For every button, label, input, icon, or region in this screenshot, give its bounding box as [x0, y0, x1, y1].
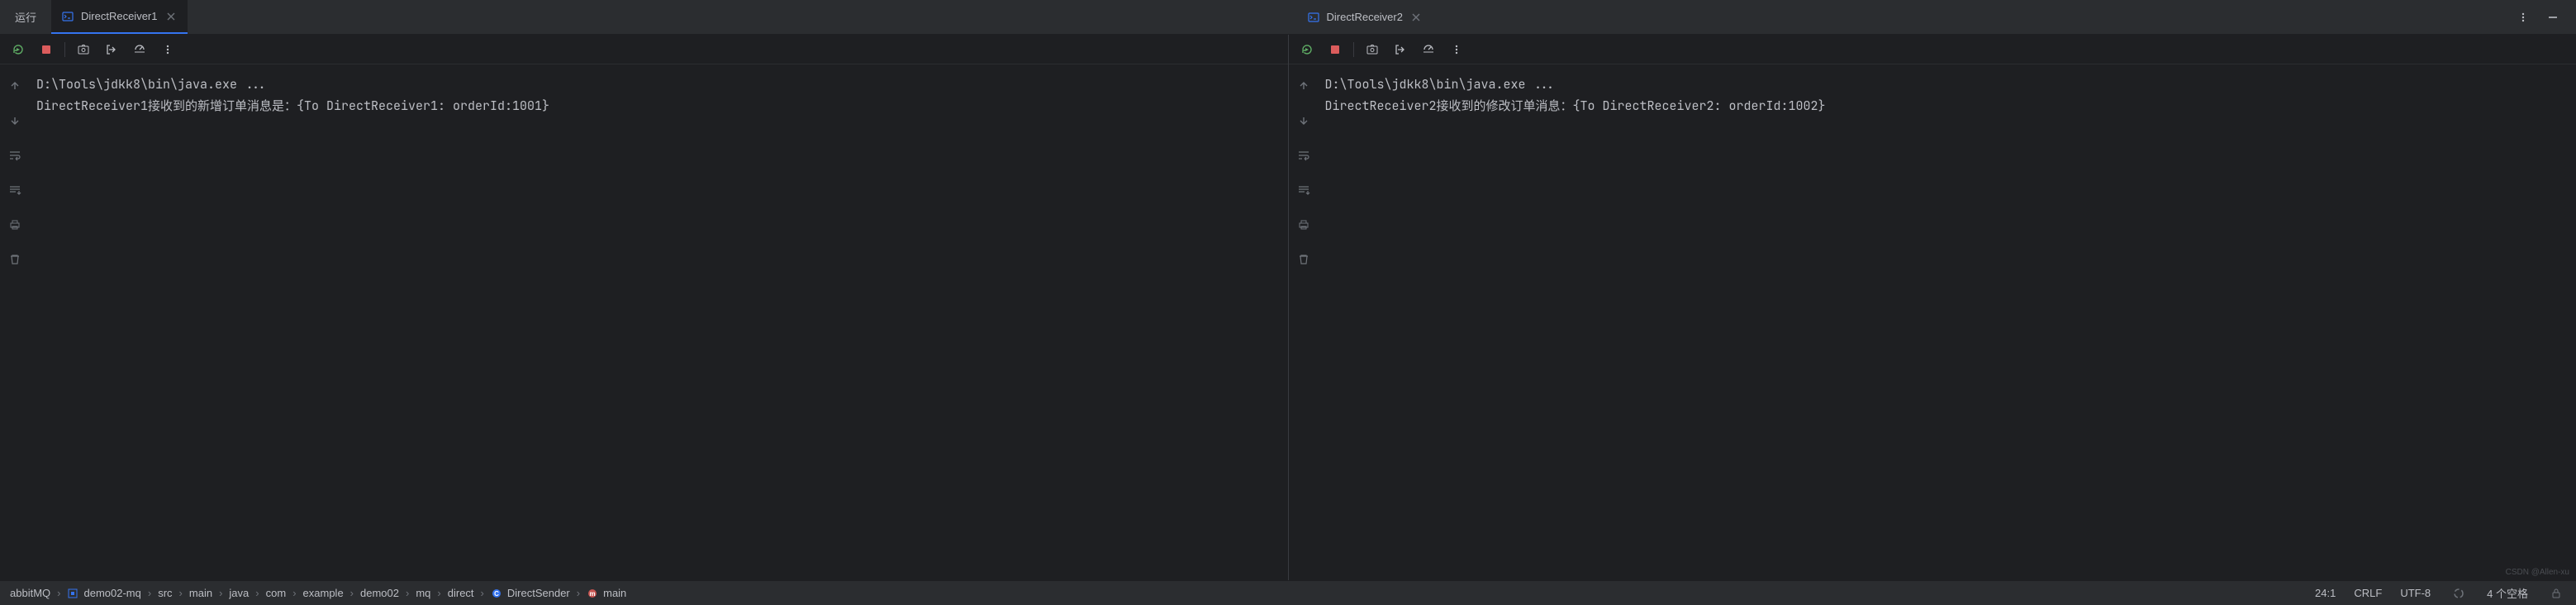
chevron-right-icon: ›	[292, 587, 296, 599]
output-line: DirectReceiver2接收到的修改订单消息：{To DirectRece…	[1325, 98, 1826, 114]
chevron-right-icon: ›	[577, 587, 580, 599]
console-body-1: D:\Tools\jdkk8\bin\java.exe ... DirectRe…	[0, 64, 1288, 580]
tab-directreceiver2[interactable]: DirectReceiver2	[1297, 0, 1433, 34]
status-right: 24:1 CRLF UTF-8 4 个空格	[2315, 584, 2566, 603]
watermark: CSDN @Allen-xu	[2506, 568, 2569, 577]
class-icon: C	[491, 588, 502, 599]
chevron-right-icon: ›	[406, 587, 409, 599]
close-icon[interactable]	[1409, 11, 1423, 24]
console-toolbar-2	[1289, 35, 2576, 64]
indent-setting[interactable]: 4 个空格	[2487, 585, 2528, 601]
output-line: DirectReceiver1接收到的新增订单消息是：{To DirectRec…	[36, 98, 549, 114]
print-icon[interactable]	[3, 213, 26, 236]
pane-header-actions	[2513, 7, 2576, 27]
rerun-icon[interactable]	[8, 40, 28, 60]
stop-icon[interactable]	[36, 40, 56, 60]
console-icon	[1307, 11, 1320, 24]
divider	[64, 42, 65, 57]
more-vert-icon[interactable]	[2513, 7, 2533, 27]
breadcrumb-item[interactable]: java	[229, 587, 249, 599]
chevron-right-icon: ›	[219, 587, 222, 599]
chevron-right-icon: ›	[437, 587, 440, 599]
camera-icon[interactable]	[1362, 40, 1382, 60]
status-bar: abbitMQ › demo02-mq › src › main › java …	[0, 580, 2576, 605]
breadcrumb-label: main	[603, 587, 626, 599]
tab-directreceiver1[interactable]: DirectReceiver1	[51, 0, 187, 34]
trash-icon[interactable]	[1292, 248, 1315, 271]
profile-icon[interactable]	[1419, 40, 1438, 60]
method-icon: m	[587, 588, 598, 599]
console-body-2: D:\Tools\jdkk8\bin\java.exe ... DirectRe…	[1289, 64, 2576, 580]
more-vert-icon[interactable]	[1447, 40, 1466, 60]
minimize-icon[interactable]	[2543, 7, 2563, 27]
arrow-up-icon[interactable]	[3, 74, 26, 98]
tabs-right: DirectReceiver2	[1289, 0, 2576, 35]
breadcrumb-item[interactable]: direct	[448, 587, 474, 599]
chevron-right-icon: ›	[481, 587, 484, 599]
breadcrumb-root[interactable]: abbitMQ	[10, 587, 50, 599]
arrow-down-icon[interactable]	[1292, 109, 1315, 132]
camera-icon[interactable]	[74, 40, 93, 60]
profile-icon[interactable]	[130, 40, 150, 60]
loading-spinner-icon	[2449, 584, 2469, 603]
chevron-right-icon: ›	[179, 587, 183, 599]
breadcrumb-item-class[interactable]: C DirectSender	[491, 587, 570, 599]
file-encoding[interactable]: UTF-8	[2400, 587, 2431, 599]
breadcrumb-item[interactable]: src	[158, 587, 172, 599]
console-gutter-2	[1289, 64, 1319, 580]
exit-icon[interactable]	[1390, 40, 1410, 60]
console-output-2[interactable]: D:\Tools\jdkk8\bin\java.exe ... DirectRe…	[1319, 64, 2576, 580]
rerun-icon[interactable]	[1297, 40, 1317, 60]
output-line: D:\Tools\jdkk8\bin\java.exe ...	[36, 76, 267, 93]
tabs-left: DirectReceiver1	[51, 0, 187, 34]
scroll-to-end-icon[interactable]	[1292, 179, 1315, 202]
more-vert-icon[interactable]	[158, 40, 178, 60]
chevron-right-icon: ›	[255, 587, 259, 599]
scroll-to-end-icon[interactable]	[3, 179, 26, 202]
breadcrumb-label: demo02-mq	[83, 587, 140, 599]
close-icon[interactable]	[164, 10, 178, 23]
divider	[1353, 42, 1354, 57]
breadcrumb-item[interactable]: com	[266, 587, 287, 599]
exit-icon[interactable]	[102, 40, 121, 60]
console-toolbar-1	[0, 35, 1288, 64]
console-output-1[interactable]: D:\Tools\jdkk8\bin\java.exe ... DirectRe…	[30, 64, 1288, 580]
arrow-down-icon[interactable]	[3, 109, 26, 132]
console-gutter-1	[0, 64, 30, 580]
run-tool-label: 运行	[0, 0, 51, 34]
console-pane-2: DirectReceiver2	[1289, 35, 2576, 580]
print-icon[interactable]	[1292, 213, 1315, 236]
output-line: D:\Tools\jdkk8\bin\java.exe ...	[1325, 76, 1556, 93]
stop-icon[interactable]	[1325, 40, 1345, 60]
console-split: D:\Tools\jdkk8\bin\java.exe ... DirectRe…	[0, 35, 2576, 580]
breadcrumb-item-module[interactable]: demo02-mq	[67, 587, 140, 599]
breadcrumb-label: DirectSender	[507, 587, 570, 599]
svg-text:m: m	[590, 590, 596, 598]
soft-wrap-icon[interactable]	[1292, 144, 1315, 167]
arrow-up-icon[interactable]	[1292, 74, 1315, 98]
svg-text:C: C	[494, 590, 499, 598]
chevron-right-icon: ›	[148, 587, 151, 599]
tab-label: DirectReceiver1	[81, 10, 157, 22]
breadcrumb-item[interactable]: main	[189, 587, 212, 599]
trash-icon[interactable]	[3, 248, 26, 271]
chevron-right-icon: ›	[350, 587, 354, 599]
breadcrumb-item[interactable]: mq	[416, 587, 430, 599]
console-icon	[61, 10, 74, 23]
caret-position[interactable]: 24:1	[2315, 587, 2336, 599]
breadcrumb: abbitMQ › demo02-mq › src › main › java …	[10, 587, 626, 599]
console-pane-1: D:\Tools\jdkk8\bin\java.exe ... DirectRe…	[0, 35, 1289, 580]
module-icon	[67, 588, 78, 599]
breadcrumb-item[interactable]: demo02	[360, 587, 399, 599]
chevron-right-icon: ›	[57, 587, 60, 599]
soft-wrap-icon[interactable]	[3, 144, 26, 167]
lock-icon[interactable]	[2546, 584, 2566, 603]
line-separator[interactable]: CRLF	[2354, 587, 2382, 599]
breadcrumb-item-method[interactable]: m main	[587, 587, 626, 599]
tab-label: DirectReceiver2	[1327, 11, 1403, 23]
breadcrumb-item[interactable]: example	[303, 587, 344, 599]
